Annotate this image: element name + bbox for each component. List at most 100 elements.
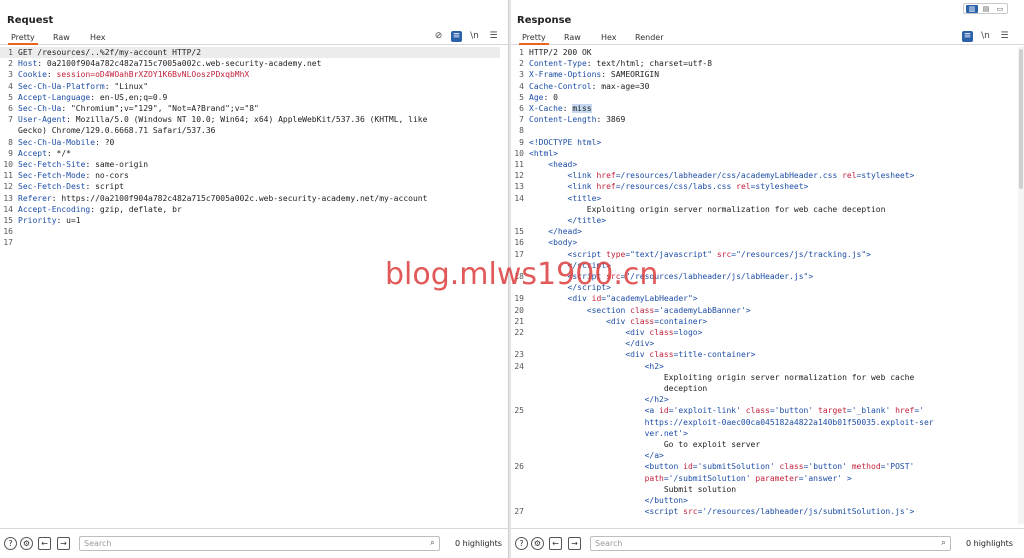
- line-number: 7: [519, 115, 524, 125]
- settings-gear-icon[interactable]: ⚙: [531, 537, 544, 550]
- back-arrow-icon[interactable]: ←: [549, 537, 562, 550]
- request-bottom-bar: ? ⚙ ← → Search ⌕ 0 highlights: [0, 528, 508, 558]
- response-header-line: HTTP/2 200 OK: [529, 48, 592, 57]
- response-tab-raw[interactable]: Raw: [561, 33, 584, 45]
- wrap-icon[interactable]: ≡: [451, 31, 462, 42]
- response-body-line: <div class=logo>: [625, 328, 703, 337]
- line-number: 26: [514, 462, 524, 472]
- request-search-input[interactable]: Search ⌕: [79, 536, 440, 551]
- forward-arrow-icon[interactable]: →: [57, 537, 70, 550]
- line-number: 14: [514, 193, 524, 203]
- back-arrow-icon[interactable]: ←: [38, 537, 51, 550]
- line-number: 12: [3, 182, 13, 192]
- request-line: Host: 0a2100f904a782c482a715c7005a002c.w…: [18, 59, 322, 69]
- scrollbar-thumb[interactable]: [1019, 49, 1023, 189]
- newline-icon[interactable]: \n: [980, 31, 991, 42]
- response-body-line: <script src='/resources/labheader/js/sub…: [644, 507, 915, 517]
- request-line: Sec-Fetch-Mode: no-cors: [18, 171, 129, 181]
- response-body-line: </h2>: [644, 395, 669, 405]
- line-number: 16: [514, 238, 524, 248]
- response-header-line: Content-Length: 3869: [529, 115, 626, 125]
- response-header-line: Age: 0: [529, 92, 558, 102]
- line-number: 20: [514, 305, 524, 315]
- request-search-placeholder: Search: [84, 539, 112, 548]
- line-number: 25: [514, 406, 524, 416]
- line-number: 4: [519, 81, 524, 91]
- request-line: Accept-Language: en-US,en;q=0.9: [18, 92, 168, 102]
- header-name: Sec-Ch-Ua-Mobile: [18, 137, 96, 147]
- request-tab-pretty[interactable]: Pretty: [8, 33, 38, 45]
- response-header-line: X-Cache: miss: [529, 104, 592, 113]
- line-number: 23: [514, 350, 524, 360]
- line-number: 18: [514, 272, 524, 281]
- help-icon[interactable]: ?: [4, 537, 17, 550]
- line-number: 3: [519, 70, 524, 80]
- response-body-line: <a id='exploit-link' class='button' targ…: [644, 406, 924, 416]
- request-tab-raw[interactable]: Raw: [50, 33, 73, 45]
- response-tab-pretty[interactable]: Pretty: [519, 33, 549, 45]
- layout-stacked-icon[interactable]: ▤: [980, 5, 992, 13]
- line-number: 13: [514, 182, 524, 192]
- line-number: 8: [519, 126, 524, 136]
- line-number: 6: [519, 104, 524, 113]
- request-line: Sec-Ch-Ua-Mobile: ?0: [18, 137, 115, 147]
- layout-toggle: ▥ ▤ ▭: [963, 3, 1008, 14]
- line-number: 27: [514, 507, 524, 517]
- header-name: Host: [18, 59, 38, 69]
- response-body-line: path='/submitSolution' parameter='answer…: [644, 473, 852, 483]
- header-name: Accept: [18, 148, 47, 158]
- line-number: 10: [3, 160, 13, 169]
- response-body-line: </script>: [567, 283, 611, 293]
- wrap-icon[interactable]: ≡: [962, 31, 973, 42]
- settings-gear-icon[interactable]: ⚙: [20, 537, 33, 550]
- line-number: 22: [514, 328, 524, 337]
- header-name: Priority: [18, 216, 57, 225]
- response-scrollbar[interactable]: [1018, 47, 1024, 524]
- response-body-line: Submit solution: [663, 484, 737, 494]
- newline-icon[interactable]: \n: [469, 31, 480, 42]
- line-number: 16: [3, 227, 13, 237]
- eye-slash-icon[interactable]: ⊘: [433, 31, 444, 42]
- response-tab-hex[interactable]: Hex: [598, 33, 620, 45]
- header-name: X-Cache: [529, 104, 563, 113]
- layout-side-by-side-icon[interactable]: ▥: [966, 5, 978, 13]
- response-toolbar: ≡ \n ☰: [962, 31, 1018, 43]
- response-search-placeholder: Search: [595, 539, 623, 548]
- request-line: Accept: */*: [18, 148, 71, 158]
- line-number: 14: [3, 204, 13, 214]
- line-number: 11: [514, 160, 524, 169]
- line-number: 17: [514, 249, 524, 259]
- response-bottom-bar: ? ⚙ ← → Search ⌕ 0 highlights: [511, 528, 1024, 558]
- search-icon: ⌕: [429, 538, 435, 548]
- request-line: Sec-Ch-Ua-Platform: "Linux": [18, 81, 149, 91]
- line-number: 4: [8, 81, 13, 91]
- layout-tabs-icon[interactable]: ▭: [994, 5, 1006, 13]
- header-name: Sec-Ch-Ua-Platform: [18, 81, 105, 91]
- response-body-line: <div class=container>: [606, 316, 708, 326]
- response-body-line: <head>: [548, 160, 578, 169]
- request-line: Priority: u=1: [18, 216, 81, 225]
- header-name: Content-Type: [529, 59, 587, 69]
- response-body-line: <!DOCTYPE html>: [529, 137, 602, 147]
- request-line: Accept-Encoding: gzip, deflate, br: [18, 204, 182, 214]
- menu-icon[interactable]: ☰: [999, 31, 1010, 42]
- line-number: 3: [8, 70, 13, 80]
- response-body-line: <link href=/resources/labheader/css/acad…: [567, 171, 915, 181]
- request-toolbar: ⊘ ≡ \n ☰: [433, 31, 503, 43]
- help-icon[interactable]: ?: [515, 537, 528, 550]
- forward-arrow-icon[interactable]: →: [568, 537, 581, 550]
- request-tab-hex[interactable]: Hex: [87, 33, 109, 45]
- line-number: 19: [514, 294, 524, 304]
- request-line: Sec-Fetch-Site: same-origin: [18, 160, 149, 169]
- response-body-line: <div class=title-container>: [625, 350, 756, 360]
- request-line: Sec-Fetch-Dest: script: [18, 182, 124, 192]
- request-line: User-Agent: Mozilla/5.0 (Windows NT 10.0…: [18, 115, 428, 125]
- line-number: 7: [8, 115, 13, 125]
- response-body-line: https://exploit-0aec00ca045182a4822a140b…: [644, 417, 934, 427]
- response-tab-render[interactable]: Render: [632, 33, 666, 45]
- menu-icon[interactable]: ☰: [488, 31, 499, 42]
- line-number: 1: [519, 48, 524, 57]
- response-pane: ▥ ▤ ▭ Response Pretty Raw Hex Render ≡ \…: [511, 0, 1024, 558]
- response-search-input[interactable]: Search ⌕: [590, 536, 951, 551]
- selected-text: miss: [572, 104, 592, 113]
